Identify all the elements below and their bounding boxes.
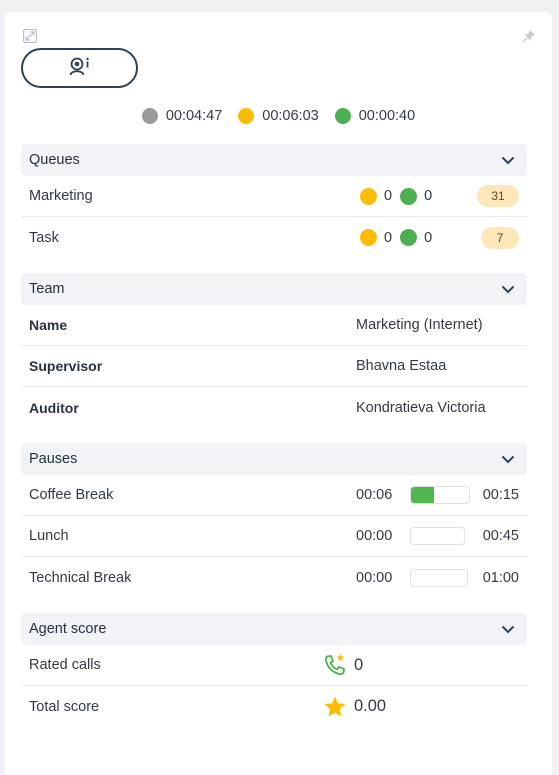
queue-stats: 0 0 [360, 187, 440, 205]
pause-progress-bar [410, 568, 468, 587]
collapse-icon[interactable] [22, 28, 38, 46]
status-timer: 00:04:47 [141, 108, 223, 124]
queue-stats: 0 0 [360, 229, 440, 246]
status-timer: 00:06:03 [238, 108, 319, 124]
queue-yellow-count: 0 [384, 188, 393, 204]
pause-name: Lunch [29, 528, 69, 544]
queue-green-count: 0 [424, 188, 433, 204]
agent-score-header[interactable]: Agent score [21, 613, 527, 645]
status-dot-green [400, 187, 418, 205]
rated-calls-row: Rated calls 0 [21, 645, 527, 686]
status-dot-green [400, 229, 418, 246]
status-timers: 00:04:47 00:06:03 00:00:40 [5, 106, 552, 126]
team-header[interactable]: Team [21, 273, 527, 305]
pause-name: Technical Break [29, 569, 132, 586]
queue-green-count: 0 [424, 229, 433, 246]
pause-progress-bar [410, 527, 465, 545]
queue-row[interactable]: Marketing 0 0 31 [21, 176, 527, 217]
team-label: Name [29, 317, 68, 333]
section-title: Pauses [29, 451, 78, 467]
phone-star-icon [323, 653, 347, 677]
pause-progress-bar [410, 486, 470, 504]
agent-info-button[interactable] [21, 48, 138, 88]
status-dot-yellow [360, 229, 377, 246]
team-section: Team Name Marketing (Internet) Superviso… [21, 273, 527, 428]
rated-calls-label: Rated calls [29, 657, 101, 673]
queues-header[interactable]: Queues [21, 144, 527, 176]
team-row: Supervisor Bhavna Estaa [21, 346, 527, 387]
chevron-down-icon[interactable] [501, 285, 515, 294]
chevron-down-icon[interactable] [501, 625, 515, 634]
star-icon [323, 695, 347, 719]
pause-progress-fill [411, 487, 435, 503]
status-dot-green [334, 108, 351, 124]
pause-row[interactable]: Technical Break 00:00 01:00 [21, 557, 527, 598]
pause-name: Coffee Break [29, 487, 114, 503]
timer-value: 00:06:03 [262, 108, 319, 124]
team-label: Supervisor [29, 358, 103, 374]
agent-panel: 00:04:47 00:06:03 00:00:40 Queues Market… [5, 12, 552, 775]
total-score-value: 0.00 [354, 697, 387, 715]
team-value: Marketing (Internet) [356, 317, 483, 333]
queues-section: Queues Marketing 0 0 31 Task 0 0 7 [21, 144, 527, 258]
status-timer: 00:00:40 [334, 108, 416, 124]
status-dot-yellow [238, 108, 255, 124]
status-dot-yellow [360, 187, 377, 205]
agent-info-icon [69, 56, 91, 81]
section-title: Team [29, 281, 65, 297]
team-value: Kondratieva Victoria [356, 399, 486, 416]
queue-name: Task [29, 229, 59, 246]
queue-name: Marketing [29, 188, 93, 204]
pause-row[interactable]: Lunch 00:00 00:45 [21, 516, 527, 557]
pauses-section: Pauses Coffee Break 00:06 00:15 Lunch 00… [21, 443, 527, 598]
rated-calls-value: 0 [354, 655, 364, 674]
section-title: Queues [29, 152, 80, 168]
team-row: Name Marketing (Internet) [21, 305, 527, 346]
pause-row[interactable]: Coffee Break 00:06 00:15 [21, 475, 527, 516]
pause-used-time: 00:00 [356, 528, 393, 544]
total-score-label: Total score [29, 698, 100, 715]
chevron-down-icon[interactable] [501, 156, 515, 165]
pause-limit-time: 00:45 [482, 528, 519, 544]
pause-limit-time: 00:15 [482, 487, 519, 503]
chevron-down-icon[interactable] [501, 455, 515, 464]
pause-used-time: 00:06 [356, 487, 393, 503]
pauses-header[interactable]: Pauses [21, 443, 527, 475]
queue-row[interactable]: Task 0 0 7 [21, 217, 527, 258]
timer-value: 00:04:47 [165, 108, 223, 124]
queue-yellow-count: 0 [384, 229, 393, 246]
pause-used-time: 00:00 [356, 569, 393, 586]
pin-icon[interactable] [522, 29, 536, 46]
team-value: Bhavna Estaa [356, 358, 447, 374]
team-label: Auditor [29, 399, 79, 416]
pause-limit-time: 01:00 [482, 569, 519, 586]
total-score-row: Total score 0.00 [21, 686, 527, 727]
section-title: Agent score [29, 621, 107, 637]
timer-value: 00:00:40 [358, 108, 416, 124]
queue-count-badge: 7 [481, 226, 519, 249]
status-dot-grey [141, 108, 158, 124]
queue-count-badge: 31 [477, 185, 519, 207]
team-row: Auditor Kondratieva Victoria [21, 387, 527, 428]
agent-score-section: Agent score Rated calls 0 Total score 0.… [21, 613, 527, 727]
